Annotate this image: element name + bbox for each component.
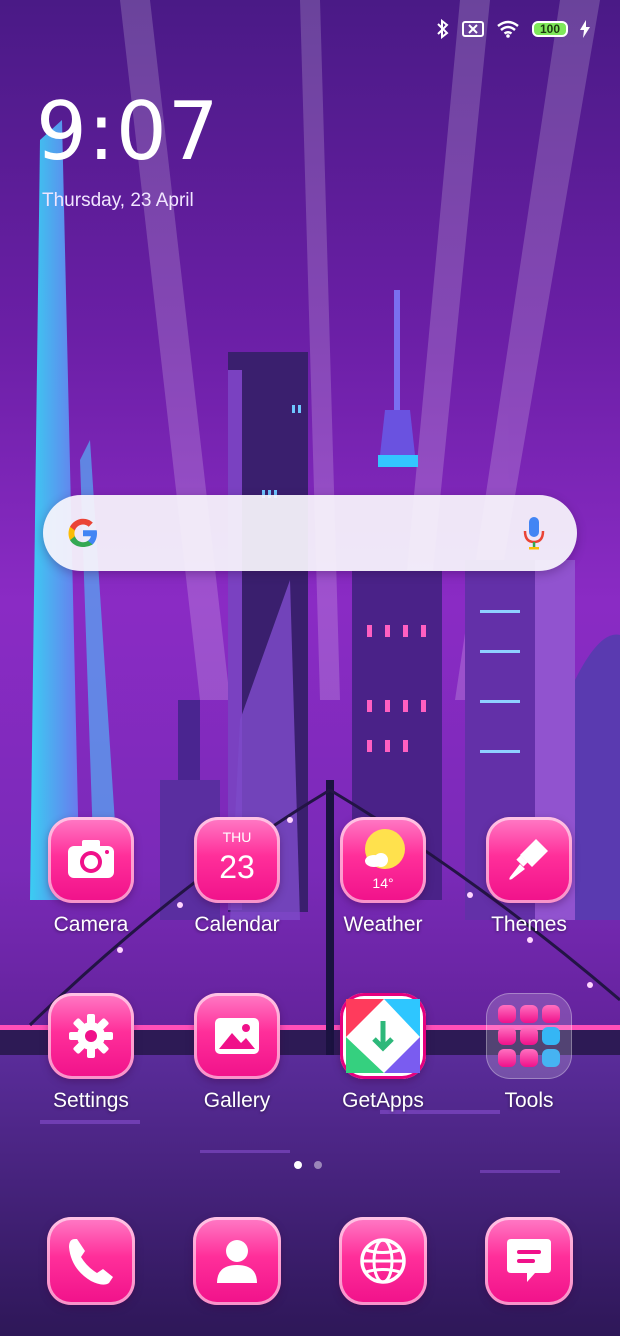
- dock-messages[interactable]: [459, 1217, 599, 1305]
- page-dot-1[interactable]: [294, 1161, 302, 1169]
- dock-contacts[interactable]: [167, 1217, 307, 1305]
- app-label: Gallery: [203, 1089, 271, 1112]
- app-label: GetApps: [342, 1089, 424, 1112]
- clock-time[interactable]: 9:07: [36, 92, 220, 172]
- app-weather[interactable]: 14° Weather: [313, 817, 453, 937]
- charging-icon: [580, 20, 590, 38]
- folder-icon: [486, 993, 572, 1079]
- google-logo-icon: [63, 513, 103, 553]
- app-label: Settings: [53, 1089, 129, 1112]
- dock-browser[interactable]: [313, 1217, 453, 1305]
- battery-icon: 100: [532, 21, 568, 37]
- gear-icon: [48, 993, 134, 1079]
- dock-phone[interactable]: [21, 1217, 161, 1305]
- sim-off-icon: [462, 20, 484, 38]
- getapps-icon: [340, 993, 426, 1079]
- calendar-day: THU: [222, 829, 252, 845]
- image-icon: [194, 993, 280, 1079]
- contacts-icon: [193, 1217, 281, 1305]
- app-label: Calendar: [194, 913, 280, 936]
- app-camera[interactable]: Camera: [21, 817, 161, 937]
- app-label: Themes: [491, 913, 567, 936]
- paintbrush-icon: [486, 817, 572, 903]
- app-getapps[interactable]: GetApps: [313, 993, 453, 1113]
- microphone-icon[interactable]: [521, 515, 547, 551]
- app-label: Camera: [53, 913, 129, 936]
- weather-temperature: 14°: [372, 875, 394, 891]
- messages-icon: [485, 1217, 573, 1305]
- app-label: Tools: [504, 1089, 554, 1112]
- page-indicator[interactable]: [294, 1161, 322, 1169]
- battery-level: 100: [532, 21, 568, 37]
- app-settings[interactable]: Settings: [21, 993, 161, 1113]
- calendar-icon: THU 23: [194, 817, 280, 903]
- camera-icon: [48, 817, 134, 903]
- app-folder-tools[interactable]: Tools: [459, 993, 599, 1113]
- google-search-bar[interactable]: [43, 495, 577, 571]
- phone-icon: [47, 1217, 135, 1305]
- app-themes[interactable]: Themes: [459, 817, 599, 937]
- app-gallery[interactable]: Gallery: [167, 993, 307, 1113]
- calendar-date: 23: [219, 849, 255, 885]
- page-dot-2[interactable]: [314, 1161, 322, 1169]
- wifi-icon: [496, 20, 520, 38]
- status-bar: 100: [436, 14, 590, 44]
- weather-sun-icon: 14°: [340, 817, 426, 903]
- app-calendar[interactable]: THU 23 Calendar: [167, 817, 307, 937]
- bluetooth-icon: [436, 19, 450, 39]
- browser-globe-icon: [339, 1217, 427, 1305]
- clock-date[interactable]: Thursday, 23 April: [42, 190, 194, 212]
- app-label: Weather: [343, 913, 423, 936]
